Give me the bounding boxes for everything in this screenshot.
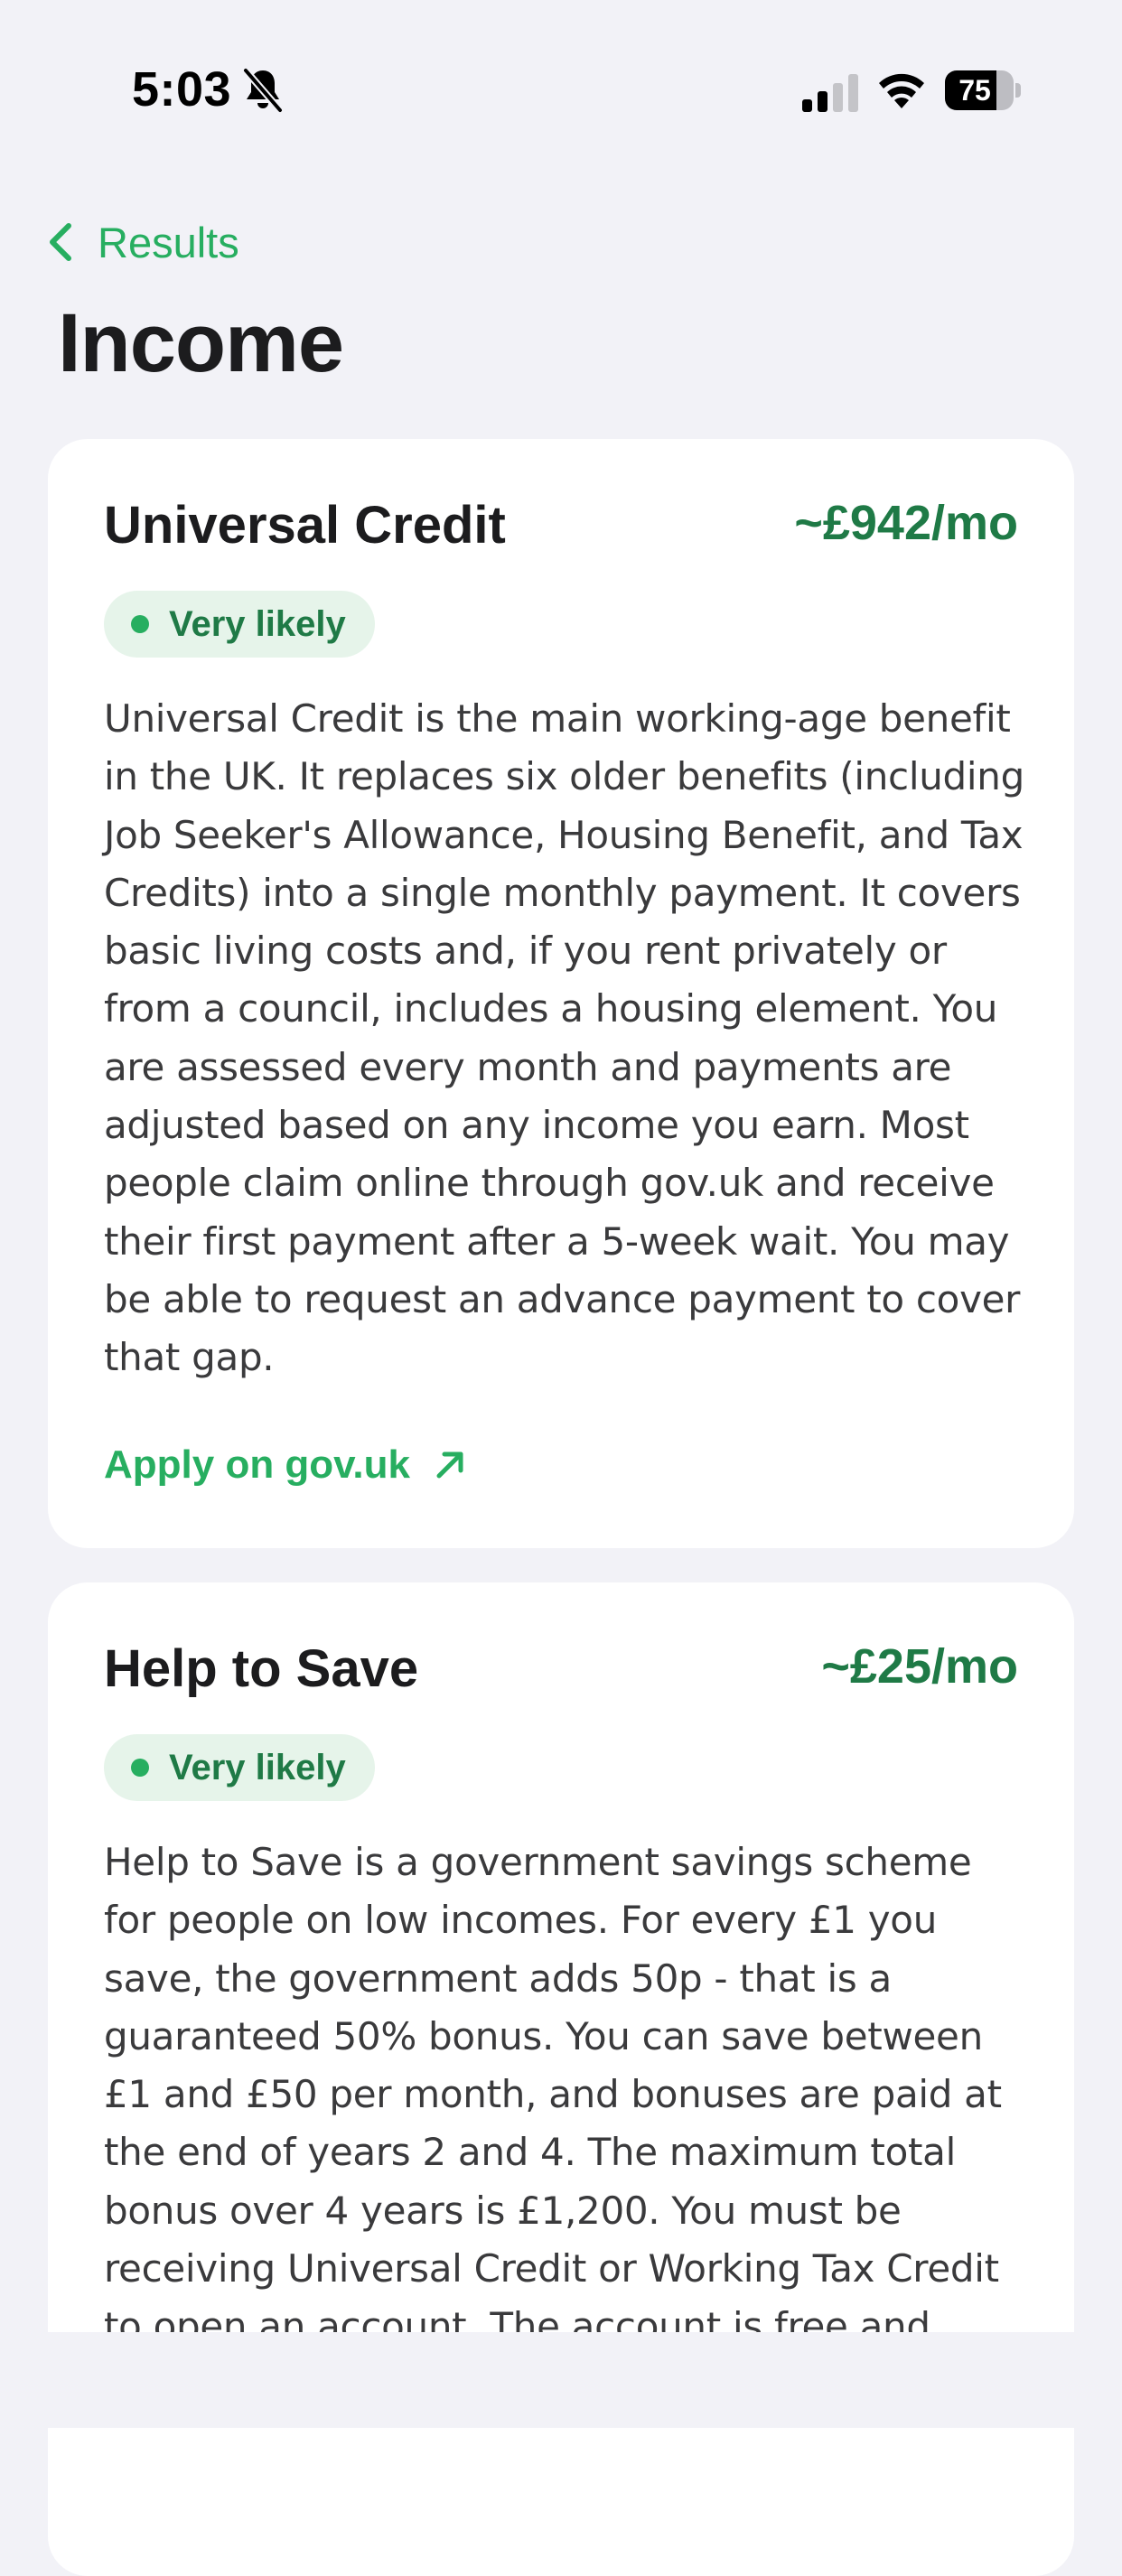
apply-link-label: Apply on gov.uk — [104, 1442, 410, 1487]
card-title: Help to Save — [104, 1639, 419, 1698]
back-label: Results — [98, 218, 239, 266]
battery-icon: 75 — [945, 70, 1021, 110]
status-time: 5:03 — [132, 62, 232, 117]
page-title: Income — [58, 297, 344, 389]
status-dot-icon — [131, 1759, 149, 1777]
badge-label: Very likely — [169, 603, 346, 644]
status-bar: 5:03 75 — [0, 0, 1122, 181]
battery-level: 75 — [958, 74, 991, 107]
wifi-icon — [879, 73, 924, 108]
apply-link[interactable]: Apply on gov.uk — [104, 1436, 466, 1494]
card-description: Help to Save is a government savings sch… — [104, 1840, 1002, 2349]
back-button[interactable]: Results — [45, 215, 239, 269]
chevron-left-icon — [50, 223, 71, 261]
bottom-safe-area — [0, 2332, 1122, 2428]
badge-label: Very likely — [169, 1747, 346, 1787]
card-amount: ~£25/mo — [821, 1639, 1018, 1694]
bell-slash-icon — [242, 67, 284, 114]
card-amount: ~£942/mo — [794, 496, 1018, 550]
battery-cap — [1015, 83, 1021, 98]
status-dot-icon — [131, 615, 149, 633]
battery-body: 75 — [945, 70, 1014, 110]
cellular-signal-icon — [802, 74, 858, 112]
likelihood-badge: Very likely — [104, 1734, 375, 1801]
card-title: Universal Credit — [104, 496, 506, 555]
benefit-card-universal-credit: Universal Credit ~£942/mo Very likely Un… — [48, 439, 1074, 1548]
likelihood-badge: Very likely — [104, 591, 375, 658]
arrow-up-right-icon — [436, 1451, 463, 1479]
card-description: Universal Credit is the main working-age… — [104, 696, 1024, 1380]
